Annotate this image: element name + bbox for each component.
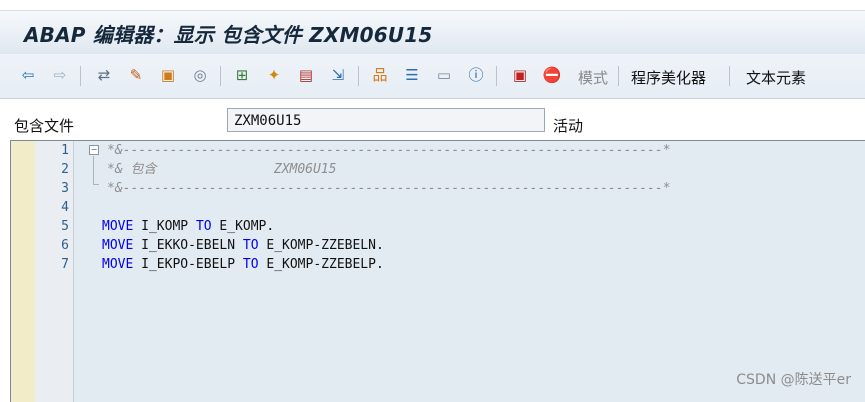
- code-line[interactable]: *&--------------------------------------…: [107, 141, 671, 160]
- keyword-token: MOVE: [102, 257, 134, 272]
- include-field-row: 包含文件 ZXM06U15 活动: [0, 106, 865, 138]
- forward-icon[interactable]: ⇨: [50, 65, 70, 85]
- pretty-printer-button[interactable]: 程序美化器: [631, 67, 706, 88]
- comment-token: *& 包含 ZXM06U15: [107, 162, 337, 177]
- where-used-icon[interactable]: ⊞: [232, 65, 252, 85]
- hierarchy-icon[interactable]: 品: [370, 65, 390, 85]
- window-title: ABAP 编辑器：显示 包含文件 ZXM06U15: [24, 23, 433, 47]
- code-editor[interactable]: − 1 2 3 4 5 6 7 *&-----------------------------…: [10, 140, 865, 402]
- line-number: 2: [61, 162, 69, 177]
- application-toolbar: ⇦ ⇨ ⇄ ✎ ▣ ◎ ⊞ ✦ ▤ ⇲ 品 ☰ ▭ ⓘ ▣ ⛔ 模式 程序美化器…: [0, 54, 865, 99]
- status-label: 活动: [553, 117, 584, 135]
- display-change-icon[interactable]: ✎: [126, 65, 146, 85]
- info-icon[interactable]: ⓘ: [466, 65, 486, 85]
- list-icon[interactable]: ☰: [402, 65, 422, 85]
- keyword-token: TO: [195, 219, 212, 234]
- watermark: CSDN @陈送平er: [736, 372, 851, 388]
- keyword-token: MOVE: [102, 238, 134, 253]
- code-line[interactable]: MOVE I_EKPO-EBELP TO E_KOMP-ZZEBELP.: [102, 255, 384, 274]
- mode-button[interactable]: 模式: [578, 67, 608, 88]
- include-name-field[interactable]: ZXM06U15: [227, 108, 545, 132]
- line-number: 4: [61, 200, 69, 215]
- spiral-icon[interactable]: ◎: [190, 65, 210, 85]
- toolbar-separator: [729, 66, 730, 86]
- code-line[interactable]: MOVE I_KOMP TO E_KOMP.: [102, 217, 274, 236]
- toolbar-separator: [80, 66, 81, 86]
- keyword-token: TO: [242, 238, 259, 253]
- line-number: 6: [61, 238, 69, 253]
- code-line[interactable]: MOVE I_EKKO-EBELN TO E_KOMP-ZZEBELN.: [102, 236, 384, 255]
- toolbar-separator: [496, 66, 497, 86]
- keyword-token: MOVE: [102, 219, 134, 234]
- include-label: 包含文件: [14, 117, 75, 135]
- code-token: I_EKPO-EBELP: [133, 257, 243, 272]
- line-number: 1: [61, 143, 69, 158]
- code-line[interactable]: *&--------------------------------------…: [107, 179, 671, 198]
- toolbar-separator: [358, 66, 359, 86]
- keyword-token: TO: [242, 257, 259, 272]
- code-line[interactable]: *& 包含 ZXM06U15: [107, 160, 337, 179]
- breakpoint-gutter[interactable]: [11, 141, 35, 402]
- line-number: 5: [61, 219, 69, 234]
- test-icon[interactable]: ▣: [510, 65, 530, 85]
- collapse-icon[interactable]: −: [89, 145, 99, 155]
- code-token: E_KOMP-ZZEBELP.: [258, 257, 384, 272]
- stop-breakpoint-icon[interactable]: ⛔: [542, 65, 562, 85]
- navigate-icon[interactable]: ⇲: [328, 65, 348, 85]
- back-icon[interactable]: ⇦: [18, 65, 38, 85]
- line-number: 3: [61, 181, 69, 196]
- code-token: E_KOMP-ZZEBELN.: [258, 238, 384, 253]
- comment-token: *&--------------------------------------…: [107, 181, 671, 196]
- toolbar-separator: [618, 66, 619, 86]
- line-number: 7: [61, 257, 69, 272]
- magic-wand-icon[interactable]: ✦: [264, 65, 284, 85]
- comment-token: *&--------------------------------------…: [107, 143, 671, 158]
- code-token: I_KOMP: [133, 219, 196, 234]
- window-icon[interactable]: ▭: [434, 65, 454, 85]
- title-bar: ABAP 编辑器：显示 包含文件 ZXM06U15: [0, 10, 865, 55]
- fold-guide-end: [93, 184, 99, 185]
- display-object-list-icon[interactable]: ▤: [296, 65, 316, 85]
- text-elements-button[interactable]: 文本元素: [746, 67, 806, 88]
- code-token: I_EKKO-EBELN: [133, 238, 243, 253]
- activate-icon[interactable]: ▣: [158, 65, 178, 85]
- code-token: E_KOMP.: [211, 219, 275, 234]
- toolbar-separator: [220, 66, 221, 86]
- fold-guide: [93, 156, 94, 184]
- other-object-icon[interactable]: ⇄: [94, 65, 114, 85]
